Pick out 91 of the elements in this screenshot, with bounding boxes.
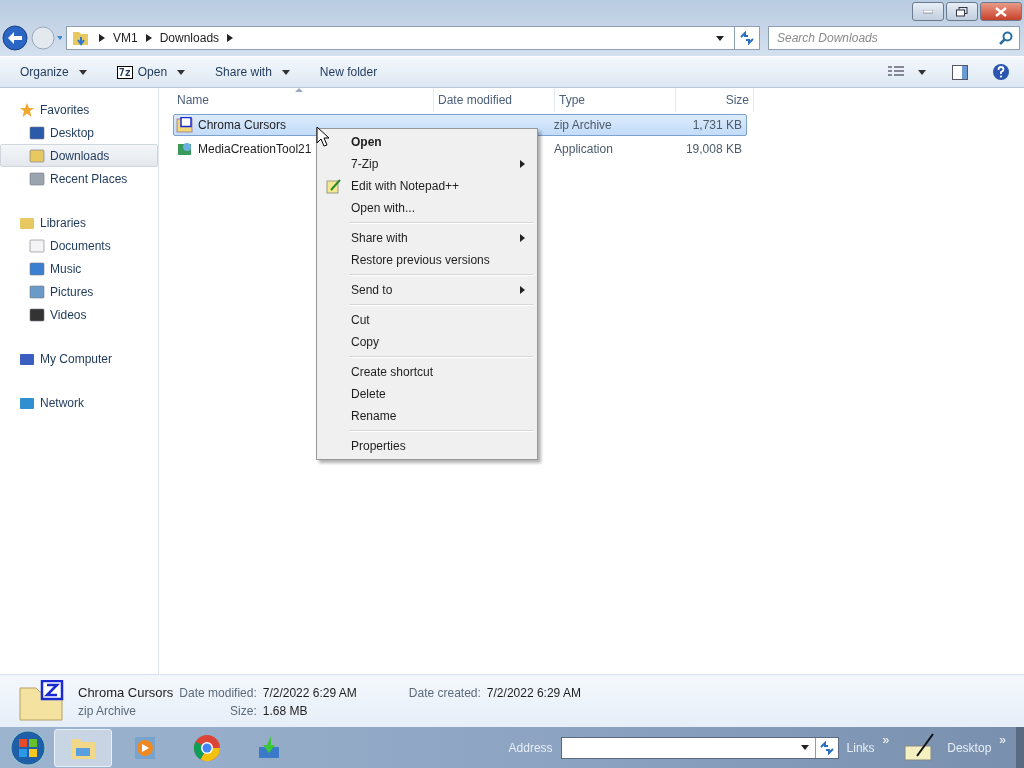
field-value: 7/2/2022 6:29 AM [262,685,357,700]
caret-icon[interactable] [177,69,186,75]
file-type: zip Archive [78,703,138,718]
preview-pane-icon[interactable] [952,64,968,80]
table-cell: zip Archive [553,118,612,132]
menu-item[interactable]: Delete [319,383,535,405]
menu-item[interactable]: Restore previous versions [319,249,535,271]
folder-icon [71,29,91,47]
search-field[interactable]: Search Downloads [768,26,1020,50]
close-icon [995,6,1007,17]
sidebar-item[interactable]: Videos [0,303,158,326]
column-header[interactable]: Name [177,93,209,107]
address-field[interactable] [560,736,839,759]
submenu-arrow-icon [520,160,525,168]
toolbar-button[interactable]: New folder [313,61,384,83]
menu-item[interactable]: Rename [319,405,535,427]
breadcrumb-arrow-icon[interactable] [227,34,234,42]
column-header[interactable]: Type [559,93,585,107]
file-icon [176,117,194,133]
column-header[interactable]: Date modified [438,93,513,107]
table-cell: 19,008 KB [685,142,742,156]
toolbar-button[interactable]: Share with [209,61,278,83]
caret-icon[interactable] [281,69,290,75]
sidebar-item[interactable]: Music [0,257,158,280]
sidebar-icon [29,124,45,141]
back-forward-buttons[interactable] [2,24,62,52]
sidebar-icon [29,170,45,187]
notepad-icon [325,178,341,194]
toolbar-button[interactable]: Organize [14,61,75,83]
caret-icon[interactable] [78,69,87,75]
close-button[interactable] [980,2,1022,21]
archive-logo: 7z [116,65,133,79]
menu-item[interactable]: Copy [319,331,535,353]
sidebar-icon [29,283,45,300]
menu-item[interactable]: 7-Zip [319,153,535,175]
file-name-cell[interactable]: MediaCreationTool21 [174,139,312,159]
menu-item[interactable]: Cut [319,309,535,331]
restore-icon [956,6,968,17]
submenu-arrow-icon [520,286,525,294]
address-label: Address [508,740,553,755]
sidebar-item[interactable]: Desktop [0,121,158,144]
menu-item[interactable]: Edit with Notepad++ [319,175,535,197]
menu-item[interactable]: Properties [319,435,535,457]
table-cell: 1,731 KB [692,118,742,132]
menu-item[interactable]: Create shortcut [319,361,535,383]
file-name: Chroma Cursors [78,684,174,700]
sidebar-item[interactable]: Favorites [0,98,158,121]
breadcrumb[interactable]: VM1 [113,31,138,45]
breadcrumb[interactable]: Downloads [159,31,220,45]
field-value: 7/2/2022 6:29 AM [486,685,581,700]
menu-item[interactable]: Share with [319,227,535,249]
sidebar-item[interactable]: Documents [0,234,158,257]
sidebar-icon [29,147,45,164]
sidebar-item[interactable]: Recent Places [0,167,158,190]
file-name: MediaCreationTool21 [198,142,312,156]
search-icon[interactable] [999,31,1013,45]
sidebar-icon [29,237,45,254]
sidebar-item[interactable]: Network [0,391,158,414]
sidebar-item[interactable]: Downloads [0,144,158,167]
menu-item[interactable]: Open with... [319,197,535,219]
help-icon[interactable] [992,63,1010,81]
sidebar-item[interactable]: Pictures [0,280,158,303]
view-icon[interactable] [888,66,904,78]
file-name: Chroma Cursors [198,118,287,132]
sidebar-icon [29,306,45,323]
minimize-icon [923,9,933,14]
field-label: Size: [230,703,257,718]
minimize-button[interactable] [912,2,944,21]
sidebar-item[interactable]: My Computer [0,347,158,370]
field-label: Date modified: [179,685,257,700]
toolbar-button[interactable]: 7z Open [110,61,174,83]
breadcrumb-arrow-icon[interactable] [99,34,105,42]
column-header[interactable]: Size [725,93,749,107]
breadcrumb-arrow-icon[interactable] [145,34,152,42]
mouse-pointer-icon [316,126,330,148]
file-icon [176,141,194,157]
address-bar[interactable]: VM1 Downloads [66,26,760,50]
restore-button[interactable] [946,2,978,21]
submenu-arrow-icon [520,234,525,242]
dropdown-icon[interactable] [800,745,809,750]
menu-item[interactable]: Send to [319,279,535,301]
field-label: Date created: [408,685,481,700]
sidebar-icon [19,101,35,118]
browser-icon [192,732,222,763]
dropdown-icon[interactable] [918,69,926,75]
zip-folder-icon [18,680,66,722]
field-value: 1.68 MB [262,703,309,718]
sidebar-item[interactable]: Libraries [0,211,158,234]
refresh-icon[interactable] [818,740,835,755]
table-cell: Application [554,142,613,156]
sidebar-icon [29,260,45,277]
